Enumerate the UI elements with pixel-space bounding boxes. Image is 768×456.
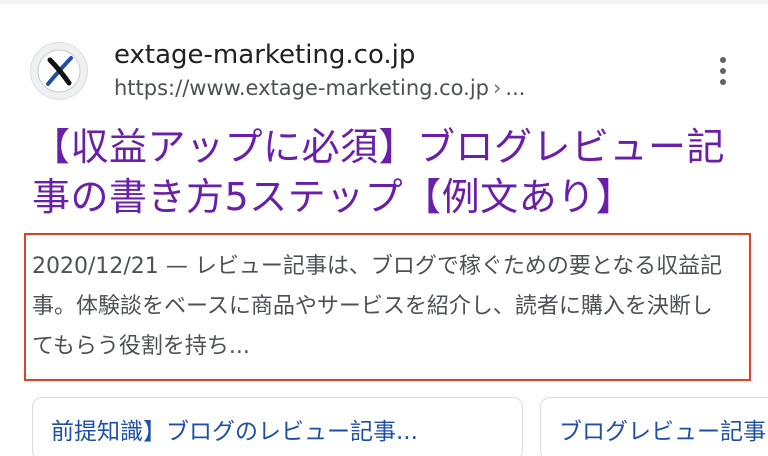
result-date: 2020/12/21 [32, 254, 159, 279]
sitelink-chip[interactable]: ブログレビュー記事 [540, 397, 768, 456]
sitelink-chip-label: ブログレビュー記事 [559, 419, 766, 445]
result-title-link[interactable]: 【収益アップに必須】ブログレビュー記事の書き方5ステップ【例文あり】 [32, 122, 748, 222]
more-options-icon[interactable] [708, 51, 738, 91]
breadcrumb-chevron-icon: › [493, 76, 502, 100]
sitelink-chip-label: 前提知識】ブログのレビュー記事... [51, 419, 418, 445]
site-favicon [30, 42, 88, 100]
site-url-tail: ... [505, 76, 526, 100]
site-url-base: https://www.extage-marketing.co.jp [114, 76, 489, 100]
result-source-row[interactable]: extage-marketing.co.jp https://www.extag… [30, 36, 738, 106]
search-result-page: extage-marketing.co.jp https://www.extag… [0, 0, 768, 456]
sitelink-chip[interactable]: 前提知識】ブログのレビュー記事... [32, 397, 523, 456]
site-name: extage-marketing.co.jp [114, 40, 416, 70]
site-url: https://www.extage-marketing.co.jp ›... [114, 73, 708, 103]
result-snippet: 2020/12/21 — レビュー記事は、ブログで稼ぐための要となる収益記事。体… [32, 247, 732, 367]
top-divider [0, 0, 768, 4]
date-dash: — [165, 254, 188, 279]
x-logo-icon [37, 49, 81, 93]
